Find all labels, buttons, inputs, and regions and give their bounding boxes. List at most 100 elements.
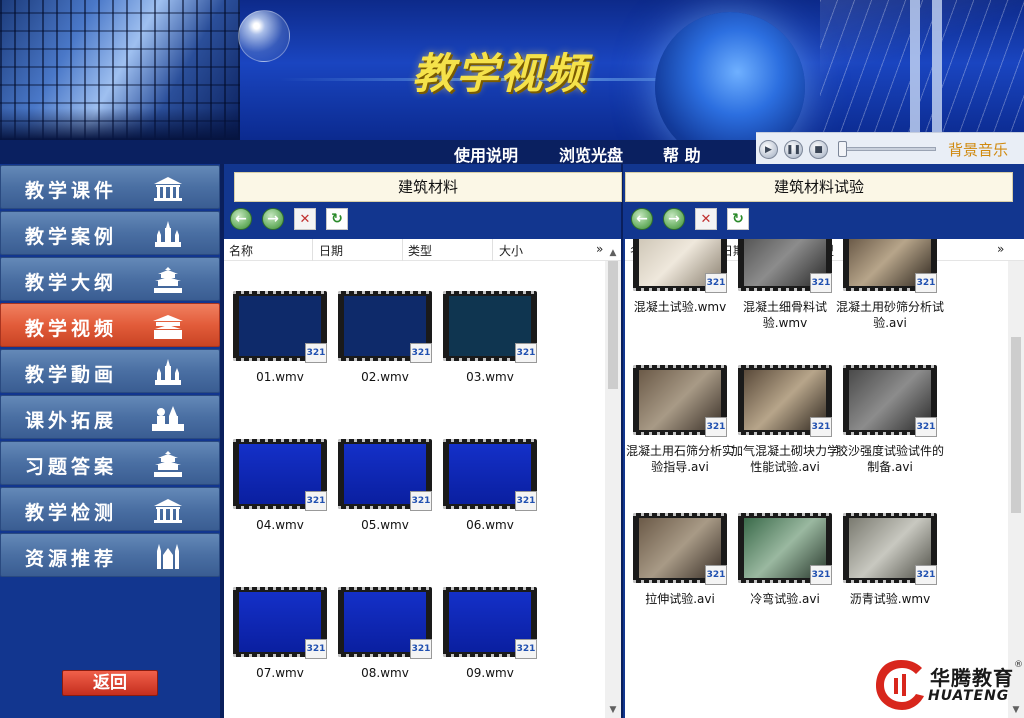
city-skyline-image	[0, 0, 240, 140]
col-type[interactable]: 类型	[408, 242, 432, 259]
sidebar-item-label: 教学检测	[25, 502, 118, 524]
forward-nav-button[interactable]: →	[663, 208, 685, 230]
landmark-icon	[151, 404, 185, 432]
delete-icon: ✕	[700, 211, 712, 227]
nav-browse-disc-link[interactable]: 浏览光盘	[559, 142, 623, 166]
media-player-badge-icon: 321	[915, 273, 937, 293]
stop-icon: ■	[814, 144, 823, 155]
sidebar-item-label: 课外拓展	[25, 410, 118, 432]
sidebar-item-5[interactable]: 教学動画	[0, 349, 220, 393]
file-name-label: 混凝土细骨料试验.wmv	[742, 300, 827, 330]
file-name-label: 07.wmv	[256, 666, 304, 680]
scroll-up-arrow[interactable]: ▲	[605, 245, 621, 261]
nav-help-link[interactable]: 帮 助	[663, 142, 701, 166]
bridge-image	[820, 0, 1024, 140]
media-player-badge-icon: 321	[810, 273, 832, 293]
left-panel-title: 建筑材料	[234, 172, 622, 202]
scroll-thumb[interactable]	[1011, 337, 1021, 513]
back-nav-button[interactable]: ←	[631, 208, 653, 230]
col-more[interactable]: »	[596, 242, 603, 256]
sidebar-item-label: 教学動画	[25, 364, 118, 386]
file-name-label: 混凝土试验.wmv	[633, 300, 727, 314]
stop-button[interactable]: ■	[809, 140, 828, 159]
media-player-badge-icon: 321	[515, 639, 537, 659]
arrow-left-icon: ←	[636, 211, 648, 227]
sidebar-item-4[interactable]: 教学视频	[0, 303, 220, 347]
sidebar-item-6[interactable]: 课外拓展	[0, 395, 220, 439]
arrow-right-icon: →	[668, 211, 680, 227]
right-panel-title: 建筑材料试验	[625, 172, 1013, 202]
scroll-thumb[interactable]	[608, 261, 618, 389]
pause-button[interactable]: ❚❚	[784, 140, 803, 159]
col-more[interactable]: »	[997, 242, 1004, 256]
scroll-down-arrow[interactable]: ▼	[605, 702, 621, 718]
page-title: 教学视频	[412, 49, 589, 98]
refresh-icon: ↻	[732, 211, 744, 227]
col-size[interactable]: 大小	[499, 242, 523, 259]
file-name-label: 09.wmv	[466, 666, 514, 680]
forward-nav-button[interactable]: →	[262, 208, 284, 230]
refresh-icon: ↻	[331, 211, 343, 227]
col-date[interactable]: 日期	[319, 242, 343, 259]
left-file-list: 名称 日期 类型 大小 » 321 01.wmv 321 02.wmv 321 03.wm…	[224, 239, 621, 718]
sidebar-item-9[interactable]: 资源推荐	[0, 533, 220, 577]
music-player: ▶ ❚❚ ■ 背景音乐	[756, 132, 1024, 164]
media-player-badge-icon: 321	[810, 565, 832, 585]
refresh-button[interactable]: ↻	[326, 208, 348, 230]
arrow-right-icon: →	[267, 211, 279, 227]
col-name[interactable]: 名称	[229, 242, 253, 259]
volume-slider-thumb[interactable]	[838, 141, 847, 157]
media-player-badge-icon: 321	[305, 343, 327, 363]
file-name-label: 01.wmv	[256, 370, 304, 384]
file-name-label: 02.wmv	[361, 370, 409, 384]
file-name-label: 05.wmv	[361, 518, 409, 532]
media-player-badge-icon: 321	[705, 273, 727, 293]
sidebar-item-label: 教学案例	[25, 226, 118, 248]
sidebar-item-7[interactable]: 习题答案	[0, 441, 220, 485]
file-name-label: 04.wmv	[256, 518, 304, 532]
globe-image	[655, 12, 805, 140]
sidebar-item-8[interactable]: 教学检测	[0, 487, 220, 531]
media-player-badge-icon: 321	[410, 639, 432, 659]
refresh-button[interactable]: ↻	[727, 208, 749, 230]
castle-icon	[151, 220, 185, 248]
logo-name: 华腾教育	[930, 666, 1014, 690]
volume-slider-track[interactable]	[840, 147, 936, 151]
sidebar-item-label: 教学课件	[25, 180, 118, 202]
delete-icon: ✕	[299, 211, 311, 227]
building-icon	[151, 496, 185, 524]
media-player-badge-icon: 321	[915, 417, 937, 437]
play-button[interactable]: ▶	[759, 140, 778, 159]
media-player-badge-icon: 321	[705, 565, 727, 585]
back-nav-button[interactable]: ←	[230, 208, 252, 230]
right-scrollbar[interactable]: ▼	[1008, 261, 1024, 718]
logo-mark-icon	[876, 660, 924, 710]
file-name-label: 胶沙强度试验试件的制备.avi	[835, 444, 944, 474]
media-player-badge-icon: 321	[915, 565, 937, 585]
sidebar-item-label: 教学视频	[25, 318, 118, 340]
top-nav-bar	[0, 140, 756, 164]
header-banner: 教学视频	[0, 0, 1024, 140]
right-file-list: 名称 日期 类型 大小 » 321混凝土试验.wmv321混凝土细骨料试验.wm…	[625, 239, 1024, 718]
nav-instructions-link[interactable]: 使用说明	[454, 142, 518, 166]
back-button[interactable]: 返回	[62, 670, 158, 696]
left-column-headers: 名称 日期 类型 大小 »	[224, 239, 621, 261]
file-name-label: 加气混凝土砌块力学性能试验.avi	[730, 444, 839, 474]
sidebar-item-1[interactable]: 教学课件	[0, 165, 220, 209]
delete-button[interactable]: ✕	[294, 208, 316, 230]
building-icon	[151, 174, 185, 202]
media-player-badge-icon: 321	[410, 343, 432, 363]
sidebar-item-label: 习题答案	[25, 456, 118, 478]
file-name-label: 拉伸试验.avi	[645, 592, 715, 606]
sidebar-item-label: 资源推荐	[25, 548, 118, 570]
left-scrollbar[interactable]: ▲ ▼	[605, 248, 621, 718]
gate-icon	[151, 312, 185, 340]
delete-button[interactable]: ✕	[695, 208, 717, 230]
media-player-badge-icon: 321	[305, 639, 327, 659]
temple-icon	[151, 450, 185, 478]
sidebar-item-3[interactable]: 教学大纲	[0, 257, 220, 301]
media-player-badge-icon: 321	[410, 491, 432, 511]
media-player-badge-icon: 321	[810, 417, 832, 437]
castle-icon	[151, 358, 185, 386]
sidebar-item-2[interactable]: 教学案例	[0, 211, 220, 255]
